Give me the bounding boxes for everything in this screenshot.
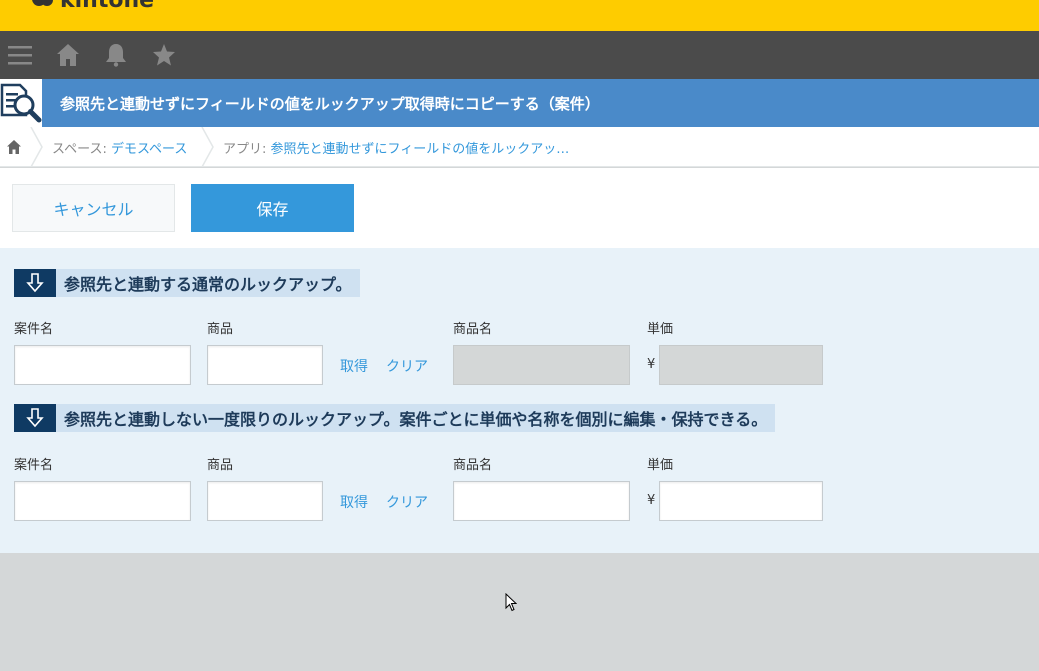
bell-icon[interactable]	[104, 43, 128, 67]
product-label: 商品	[207, 322, 234, 337]
product-name-field-disabled	[453, 345, 630, 385]
case-name-input[interactable]	[14, 481, 191, 521]
star-icon[interactable]	[152, 43, 176, 67]
mouse-cursor-icon	[505, 593, 517, 612]
breadcrumb-app[interactable]: アプリ: 参照先と連動せずにフィールドの値をルックアッ…	[223, 138, 569, 157]
app-title: 参照先と連動せずにフィールドの値をルックアップ取得時にコピーする（案件）	[60, 95, 600, 113]
breadcrumb-home-icon[interactable]	[6, 139, 22, 155]
kintone-logo[interactable]: kintone	[30, 0, 154, 13]
down-arrow-icon	[14, 269, 56, 297]
app-icon-box	[0, 79, 42, 127]
breadcrumb-space[interactable]: スペース: デモスペース	[52, 138, 187, 157]
unit-price-input[interactable]	[659, 481, 823, 521]
product-lookup-input[interactable]	[207, 481, 323, 521]
section-label-text: 参照先と連動する通常のルックアップ。	[64, 275, 352, 294]
case-name-label: 案件名	[14, 322, 54, 337]
lookup-get-link[interactable]: 取得	[340, 356, 368, 376]
record-edit-toolbar: キャンセル 保存	[0, 168, 1039, 248]
unit-price-field-disabled	[659, 345, 823, 385]
logo-text: kintone	[60, 0, 155, 13]
logo-mark-icon	[32, 0, 53, 6]
section-label-1: 参照先と連動する通常のルックアップ。	[14, 269, 360, 297]
lookup-clear-link[interactable]: クリア	[386, 492, 428, 512]
breadcrumb-space-link[interactable]: デモスペース	[111, 142, 187, 157]
menu-icon[interactable]	[8, 43, 32, 67]
app-header: 参照先と連動せずにフィールドの値をルックアップ取得時にコピーする（案件）	[0, 79, 1039, 127]
cancel-button[interactable]: キャンセル	[12, 184, 175, 232]
app-document-search-icon	[0, 83, 42, 123]
product-name-label: 商品名	[453, 322, 493, 337]
breadcrumb-app-prefix: アプリ:	[223, 142, 271, 157]
product-label: 商品	[207, 458, 234, 473]
section-label-2: 参照先と連動しない一度限りのルックアップ。案件ごとに単価や名称を個別に編集・保持…	[14, 404, 776, 432]
case-name-input[interactable]	[14, 345, 191, 385]
breadcrumb-app-link[interactable]: 参照先と連動せずにフィールドの値をルックアッ…	[271, 142, 570, 157]
global-nav-bar	[0, 31, 1039, 79]
section-label-text: 参照先と連動しない一度限りのルックアップ。案件ごとに単価や名称を個別に編集・保持…	[64, 410, 768, 429]
breadcrumb-separator	[30, 127, 43, 167]
product-name-input[interactable]	[453, 481, 630, 521]
record-form: 参照先と連動する通常のルックアップ。 案件名 商品 取得 クリア 商品名 単価 …	[0, 248, 1039, 553]
lookup-get-link[interactable]: 取得	[340, 492, 368, 512]
product-name-label: 商品名	[453, 458, 493, 473]
unit-price-label: 単価	[647, 458, 674, 473]
unit-price-label: 単価	[647, 322, 674, 337]
breadcrumb: スペース: デモスペース アプリ: 参照先と連動せずにフィールドの値をルックアッ…	[0, 127, 1039, 167]
home-icon[interactable]	[56, 43, 80, 67]
top-bar: kintone	[0, 0, 1039, 31]
down-arrow-icon	[14, 404, 56, 432]
save-button[interactable]: 保存	[191, 184, 354, 232]
breadcrumb-space-prefix: スペース:	[52, 142, 111, 157]
yen-currency-symbol: ¥	[647, 357, 656, 372]
product-lookup-input[interactable]	[207, 345, 323, 385]
yen-currency-symbol: ¥	[647, 493, 656, 508]
lookup-clear-link[interactable]: クリア	[386, 356, 428, 376]
case-name-label: 案件名	[14, 458, 54, 473]
breadcrumb-separator	[201, 127, 214, 167]
